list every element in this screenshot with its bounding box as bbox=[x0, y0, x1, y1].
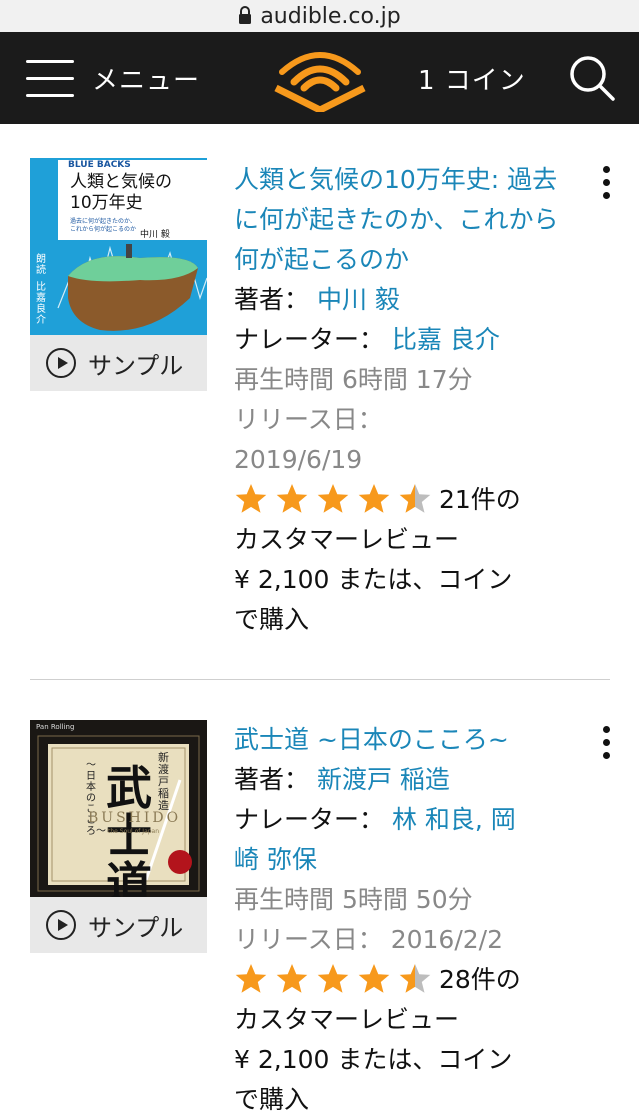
cover-author: 中川 毅 bbox=[140, 230, 170, 240]
browser-url-bar[interactable]: audible.co.jp bbox=[0, 0, 639, 32]
star-icon bbox=[358, 964, 390, 993]
cover-subtitle-line2: これから何が起こるのか bbox=[70, 226, 137, 233]
audible-logo-icon[interactable] bbox=[272, 52, 368, 112]
hamburger-menu-icon[interactable] bbox=[26, 58, 76, 100]
star-icon bbox=[276, 484, 308, 513]
cover-latin-sub: the Soul of Japan bbox=[108, 828, 160, 835]
cover-reader: 比嘉良介 bbox=[36, 282, 46, 326]
cover-subtitle: 過去に何が起きたのか、 これから何が起こるのか bbox=[70, 218, 136, 234]
item-info: 武士道 ~日本のこころ~ 著者： 新渡戸 稲造 ナレーター： 林 和良, 岡 崎… bbox=[234, 720, 574, 1120]
cover-latin: BUSHIDO bbox=[88, 810, 182, 826]
author-link[interactable]: 中川 毅 bbox=[317, 285, 400, 314]
release-label: リリース日： bbox=[234, 925, 383, 954]
sample-button[interactable]: サンプル bbox=[30, 897, 207, 953]
narrator-link[interactable]: 林 和良, 岡 bbox=[392, 805, 516, 834]
review-count[interactable]: 28件の bbox=[439, 965, 521, 994]
more-vertical-icon[interactable] bbox=[598, 726, 614, 766]
cover-author: 新渡戸 稲造 bbox=[158, 751, 169, 812]
star-rating bbox=[234, 962, 439, 996]
price: ¥ 2,100 または、コイン bbox=[234, 1045, 513, 1074]
narrator-link-continued[interactable]: 崎 弥保 bbox=[234, 840, 574, 880]
release-row: リリース日： 2016/2/2 bbox=[234, 920, 574, 960]
cover-title: 人類と気候の 10万年史 bbox=[70, 172, 172, 214]
narrator-label: ナレーター： bbox=[234, 805, 385, 834]
author-label: 著者： bbox=[234, 285, 310, 314]
narrator-link[interactable]: 比嘉 良介 bbox=[392, 325, 500, 354]
narrator-label: ナレーター： bbox=[234, 325, 385, 354]
cover-subtitle-line1: 過去に何が起きたのか、 bbox=[70, 218, 136, 225]
star-icon bbox=[399, 484, 431, 513]
price-suffix: で購入 bbox=[234, 1085, 310, 1114]
author-label: 著者： bbox=[234, 765, 310, 794]
search-icon[interactable] bbox=[568, 54, 616, 102]
book-cover-2[interactable]: Pan Rolling 武士道 〜日本のこころ〜 新渡戸 稲造 BUSHIDO … bbox=[30, 720, 207, 897]
lock-icon bbox=[239, 6, 252, 24]
sample-label: サンプル bbox=[88, 913, 184, 942]
coin-balance[interactable]: 1 コイン bbox=[418, 60, 526, 97]
item-title[interactable]: 武士道 ~日本のこころ~ bbox=[234, 720, 574, 760]
star-icon bbox=[358, 484, 390, 513]
star-icon bbox=[276, 964, 308, 993]
star-icon bbox=[235, 484, 267, 513]
star-icon bbox=[317, 484, 349, 513]
url-text: audible.co.jp bbox=[260, 3, 401, 29]
author-row: 著者： 中川 毅 bbox=[234, 280, 574, 320]
sample-label: サンプル bbox=[88, 351, 184, 380]
star-icon bbox=[317, 964, 349, 993]
price-suffix: で購入 bbox=[234, 605, 310, 634]
rating-row: 28件の bbox=[234, 960, 574, 1000]
sample-button[interactable]: サンプル bbox=[30, 335, 207, 391]
release-date: 2016/2/2 bbox=[390, 925, 503, 954]
star-icon bbox=[235, 964, 267, 993]
narrator-row: ナレーター： 林 和良, 岡 bbox=[234, 800, 574, 840]
review-label[interactable]: カスタマーレビュー bbox=[234, 1000, 574, 1040]
cover-reader-label: 朗読 bbox=[36, 254, 46, 276]
item-title[interactable]: 人類と気候の10万年史: 過去に何が起きたのか、これから何が起こるのか bbox=[234, 160, 574, 280]
play-circle-icon bbox=[46, 910, 76, 940]
play-circle-icon bbox=[46, 348, 76, 378]
cover-series: BLUE BACKS bbox=[68, 160, 131, 170]
star-rating bbox=[234, 482, 439, 516]
more-vertical-icon[interactable] bbox=[598, 166, 614, 206]
duration: 再生時間 6時間 17分 bbox=[234, 365, 473, 394]
cover-title-line2: 10万年史 bbox=[70, 193, 143, 213]
star-icon bbox=[399, 964, 431, 993]
item-info: 人類と気候の10万年史: 過去に何が起きたのか、これから何が起こるのか 著者： … bbox=[234, 160, 574, 640]
author-row: 著者： 新渡戸 稲造 bbox=[234, 760, 574, 800]
duration: 再生時間 5時間 50分 bbox=[234, 885, 473, 914]
cover-publisher: Pan Rolling bbox=[36, 723, 75, 731]
book-cover-1[interactable]: BLUE BACKS 人類と気候の 10万年史 過去に何が起きたのか、 これから… bbox=[30, 158, 207, 335]
author-link[interactable]: 新渡戸 稲造 bbox=[317, 765, 450, 794]
rating-row: 21件の bbox=[234, 480, 574, 520]
narrator-row: ナレーター： 比嘉 良介 bbox=[234, 320, 574, 360]
top-navigation: メニュー 1 コイン bbox=[0, 32, 639, 124]
divider bbox=[30, 679, 610, 680]
release-date: 2019/6/19 bbox=[234, 445, 363, 474]
release-label: リリース日： bbox=[234, 405, 383, 434]
cover-title-line1: 人類と気候の bbox=[70, 172, 172, 192]
review-label[interactable]: カスタマーレビュー bbox=[234, 520, 574, 560]
review-count[interactable]: 21件の bbox=[439, 485, 521, 514]
menu-label[interactable]: メニュー bbox=[92, 60, 200, 97]
price: ¥ 2,100 または、コイン bbox=[234, 565, 513, 594]
